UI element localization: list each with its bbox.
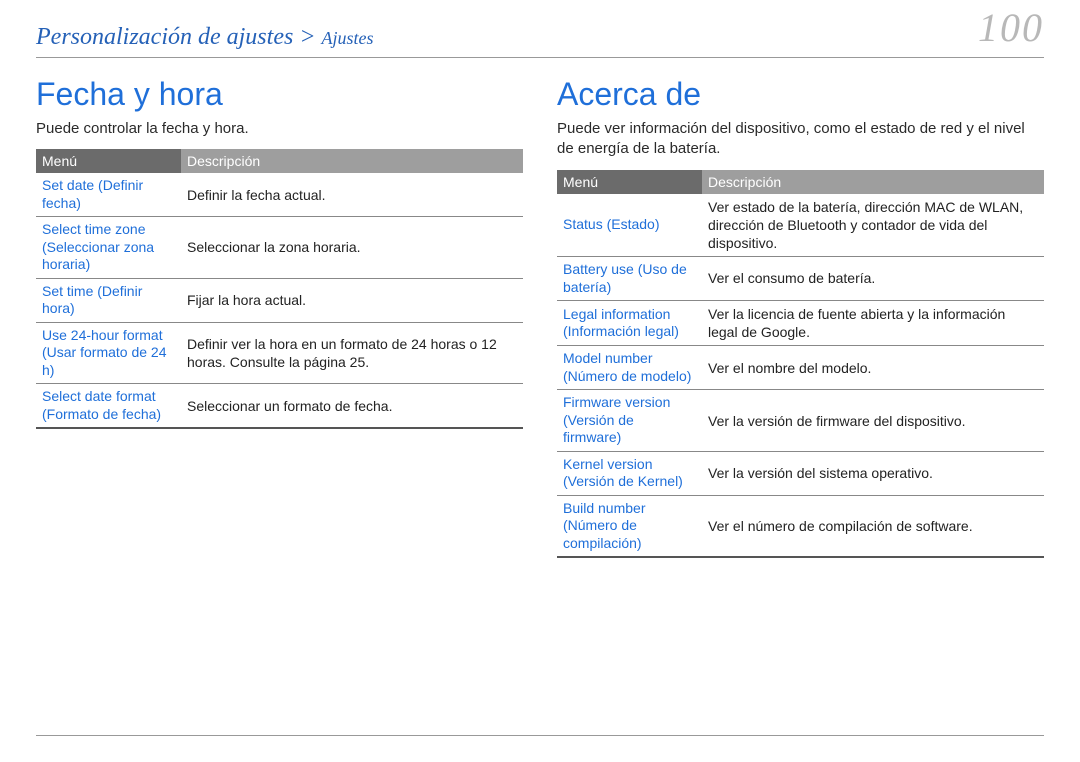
desc-cell: Ver el número de compilación de software… — [702, 495, 1044, 557]
section-title-left: Fecha y hora — [36, 76, 523, 113]
menu-cell: Status (Estado) — [557, 194, 702, 257]
menu-cell: Model number (Número de modelo) — [557, 346, 702, 390]
table-row: Set time (Definir hora)Fijar la hora act… — [36, 278, 523, 322]
breadcrumb-sep: > — [299, 24, 315, 50]
desc-cell: Ver la licencia de fuente abierta y la i… — [702, 301, 1044, 346]
section-intro-right: Puede ver información del dispositivo, c… — [557, 119, 1044, 160]
menu-cell: Firmware version (Versión de firmware) — [557, 390, 702, 452]
divider-top — [36, 57, 1044, 58]
menu-cell: Battery use (Uso de batería) — [557, 257, 702, 301]
table-row: Select date format (Formato de fecha)Sel… — [36, 384, 523, 429]
desc-cell: Seleccionar la zona horaria. — [181, 217, 523, 279]
desc-cell: Ver el nombre del modelo. — [702, 346, 1044, 390]
breadcrumb: Personalización de ajustes > Ajustes — [36, 24, 1044, 51]
table-row: Build number (Número de compilación)Ver … — [557, 495, 1044, 557]
table-row: Battery use (Uso de batería)Ver el consu… — [557, 257, 1044, 301]
breadcrumb-section: Personalización de ajustes — [36, 24, 293, 50]
table-row: Select time zone (Seleccionar zona horar… — [36, 217, 523, 279]
section-intro-left: Puede controlar la fecha y hora. — [36, 119, 523, 139]
th-desc: Descripción — [181, 149, 523, 173]
menu-cell: Build number (Número de compilación) — [557, 495, 702, 557]
menu-cell: Legal information (Información legal) — [557, 301, 702, 346]
menu-cell: Select date format (Formato de fecha) — [36, 384, 181, 429]
table-row: Set date (Definir fecha)Definir la fecha… — [36, 173, 523, 217]
divider-bottom — [36, 735, 1044, 736]
columns: Fecha y hora Puede controlar la fecha y … — [36, 76, 1044, 558]
table-row: Kernel version (Versión de Kernel)Ver la… — [557, 451, 1044, 495]
th-desc: Descripción — [702, 170, 1044, 194]
desc-cell: Definir ver la hora en un formato de 24 … — [181, 322, 523, 384]
desc-cell: Fijar la hora actual. — [181, 278, 523, 322]
menu-cell: Kernel version (Versión de Kernel) — [557, 451, 702, 495]
menu-cell: Select time zone (Seleccionar zona horar… — [36, 217, 181, 279]
table-row: Model number (Número de modelo)Ver el no… — [557, 346, 1044, 390]
menu-cell: Use 24-hour format (Usar formato de 24 h… — [36, 322, 181, 384]
table-row: Status (Estado)Ver estado de la batería,… — [557, 194, 1044, 257]
desc-cell: Ver estado de la batería, dirección MAC … — [702, 194, 1044, 257]
menu-cell: Set time (Definir hora) — [36, 278, 181, 322]
page-number: 100 — [978, 4, 1044, 51]
page: Personalización de ajustes > Ajustes 100… — [0, 0, 1080, 762]
menu-cell: Set date (Definir fecha) — [36, 173, 181, 217]
table-fecha-y-hora: Menú Descripción Set date (Definir fecha… — [36, 149, 523, 429]
table-row: Legal information (Información legal)Ver… — [557, 301, 1044, 346]
breadcrumb-sub: Ajustes — [322, 28, 374, 48]
th-menu: Menú — [36, 149, 181, 173]
th-menu: Menú — [557, 170, 702, 194]
section-acerca-de: Acerca de Puede ver información del disp… — [557, 76, 1044, 558]
desc-cell: Seleccionar un formato de fecha. — [181, 384, 523, 429]
section-fecha-y-hora: Fecha y hora Puede controlar la fecha y … — [36, 76, 523, 558]
table-acerca-de: Menú Descripción Status (Estado)Ver esta… — [557, 170, 1044, 559]
desc-cell: Ver la versión de firmware del dispositi… — [702, 390, 1044, 452]
table-row: Firmware version (Versión de firmware)Ve… — [557, 390, 1044, 452]
section-title-right: Acerca de — [557, 76, 1044, 113]
table-row: Use 24-hour format (Usar formato de 24 h… — [36, 322, 523, 384]
desc-cell: Ver la versión del sistema operativo. — [702, 451, 1044, 495]
desc-cell: Definir la fecha actual. — [181, 173, 523, 217]
desc-cell: Ver el consumo de batería. — [702, 257, 1044, 301]
